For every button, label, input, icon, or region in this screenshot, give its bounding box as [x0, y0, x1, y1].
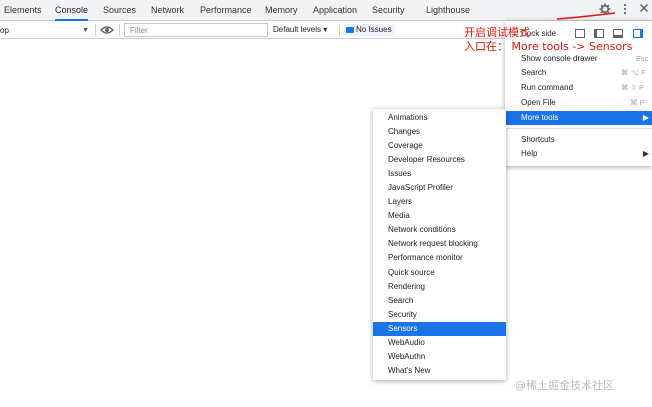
tool-item-webaudio[interactable]: WebAudio — [373, 336, 506, 350]
filter-input[interactable] — [124, 23, 268, 37]
tab-application[interactable]: Application — [313, 0, 357, 21]
tab-elements[interactable]: Elements — [4, 0, 42, 21]
menu-item-run-command[interactable]: Run command ⌘ ⇧ P — [505, 81, 652, 95]
toolbar-divider — [339, 24, 340, 36]
tool-item-changes[interactable]: Changes — [373, 125, 506, 139]
tool-item-quick-source[interactable]: Quick source — [373, 266, 506, 280]
log-levels-dropdown[interactable]: Default levels ▾ — [273, 24, 327, 36]
tool-item-javascript-profiler[interactable]: JavaScript Profiler — [373, 181, 506, 195]
tab-lighthouse[interactable]: Lighthouse — [426, 0, 470, 21]
dock-bottom-icon[interactable] — [613, 29, 623, 38]
context-selector[interactable]: op ▼ — [0, 24, 92, 37]
dock-right-icon[interactable] — [633, 29, 643, 38]
toolbar-divider — [119, 24, 120, 36]
toolbar-divider — [95, 24, 96, 36]
tool-item-media[interactable]: Media — [373, 209, 506, 223]
tool-item-issues[interactable]: Issues — [373, 167, 506, 181]
more-tools-submenu: Animations Changes Coverage Developer Re… — [373, 109, 506, 380]
tool-item-layers[interactable]: Layers — [373, 195, 506, 209]
chevron-down-icon: ▼ — [82, 27, 89, 34]
menu-item-shortcuts[interactable]: Shortcuts — [505, 133, 652, 147]
close-icon[interactable] — [637, 3, 651, 17]
tool-item-sensors[interactable]: Sensors — [373, 322, 506, 336]
tab-sources[interactable]: Sources — [103, 0, 136, 21]
menu-item-show-console-drawer[interactable]: Show console drawer Esc — [505, 52, 652, 66]
tool-item-performance-monitor[interactable]: Performance monitor — [373, 251, 506, 265]
tool-item-animations[interactable]: Animations — [373, 111, 506, 125]
chevron-right-icon: ▶ — [642, 113, 649, 122]
chevron-right-icon: ▶ — [642, 149, 649, 158]
menu-item-search[interactable]: Search ⌘ ⌥ F — [505, 66, 652, 80]
issues-label: No Issues — [356, 25, 392, 34]
tab-security[interactable]: Security — [372, 0, 405, 21]
annotation-line-2: 入口在： More tools -> Sensors — [464, 40, 633, 53]
tool-item-rendering[interactable]: Rendering — [373, 280, 506, 294]
menu-divider — [505, 128, 652, 129]
tool-item-coverage[interactable]: Coverage — [373, 139, 506, 153]
tool-item-security[interactable]: Security — [373, 308, 506, 322]
menu-item-help[interactable]: Help ▶ — [505, 147, 652, 161]
watermark: @稀土掘金技术社区 — [515, 379, 614, 392]
tool-item-network-conditions[interactable]: Network conditions — [373, 223, 506, 237]
tool-item-developer-resources[interactable]: Developer Resources — [373, 153, 506, 167]
tool-item-webauthn[interactable]: WebAuthn — [373, 350, 506, 364]
menu-item-more-tools[interactable]: More tools ▶ — [505, 111, 652, 125]
issues-button[interactable]: No Issues — [344, 24, 395, 36]
tab-performance[interactable]: Performance — [200, 0, 252, 21]
message-icon — [346, 26, 354, 33]
more-vert-icon[interactable] — [618, 3, 632, 17]
tab-console[interactable]: Console — [55, 0, 89, 21]
tool-item-whats-new[interactable]: What's New — [373, 364, 506, 378]
tab-memory[interactable]: Memory — [265, 0, 298, 21]
menu-item-open-file[interactable]: Open File ⌘ P — [505, 96, 652, 110]
undock-icon[interactable] — [575, 29, 585, 38]
tab-network[interactable]: Network — [151, 0, 184, 21]
annotation-line-1: 开启调试模式 — [464, 26, 530, 39]
eye-icon[interactable] — [100, 23, 114, 37]
tool-item-network-request-blocking[interactable]: Network request blocking — [373, 237, 506, 251]
annotation-underline — [556, 12, 616, 20]
dock-left-icon[interactable] — [594, 29, 604, 38]
context-selector-value: op — [0, 26, 9, 35]
tool-item-search[interactable]: Search — [373, 294, 506, 308]
